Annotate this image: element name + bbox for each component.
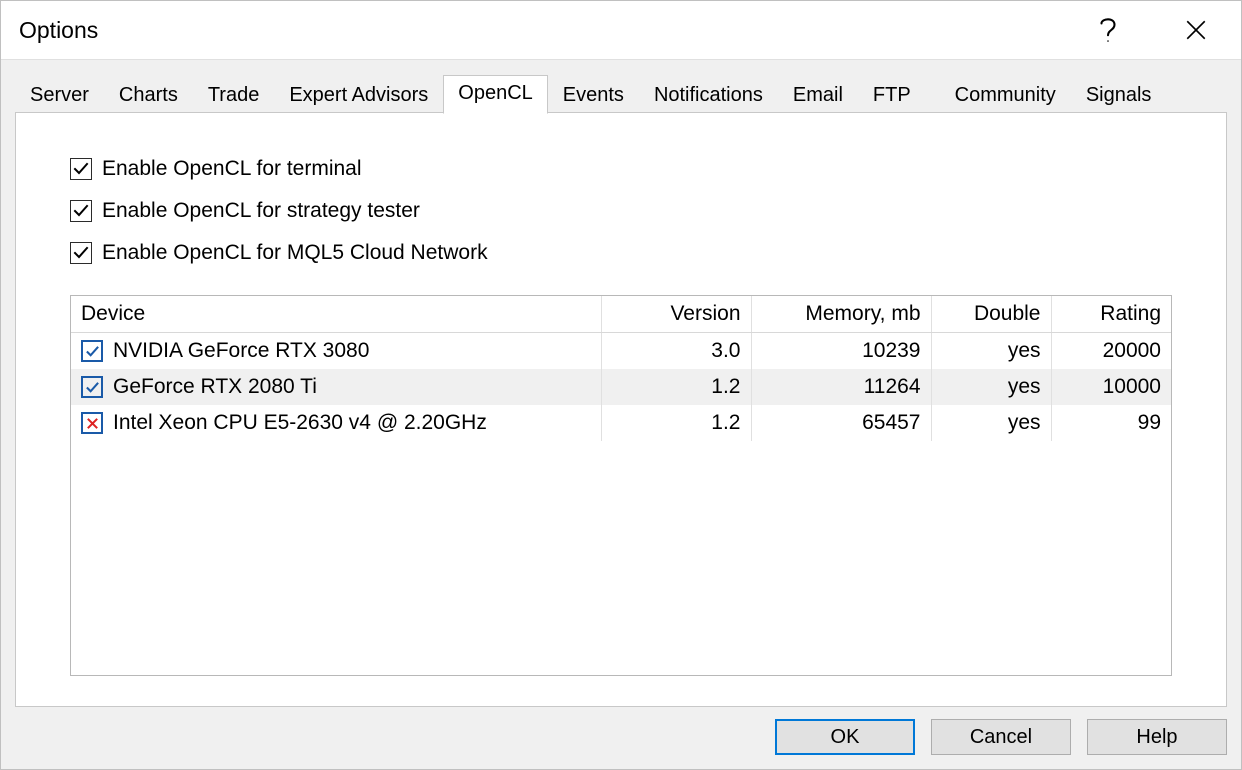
col-device[interactable]: Device xyxy=(71,296,601,333)
cancel-button[interactable]: Cancel xyxy=(931,719,1071,755)
col-memory[interactable]: Memory, mb xyxy=(751,296,931,333)
tab-expert-advisors[interactable]: Expert Advisors xyxy=(274,77,443,113)
tab-server[interactable]: Server xyxy=(15,77,104,113)
label-enable-tester: Enable OpenCL for strategy tester xyxy=(102,199,420,223)
device-rating: 99 xyxy=(1051,405,1171,441)
table-row[interactable]: GeForce RTX 2080 Ti 1.2 11264 yes 10000 xyxy=(71,369,1171,405)
help-icon[interactable] xyxy=(1079,10,1137,50)
ok-button[interactable]: OK xyxy=(775,719,915,755)
tab-strip: Server Charts Trade Expert Advisors Open… xyxy=(15,74,1227,113)
tab-trade[interactable]: Trade xyxy=(193,77,275,113)
device-memory: 11264 xyxy=(751,369,931,405)
table-row[interactable]: Intel Xeon CPU E5-2630 v4 @ 2.20GHz 1.2 … xyxy=(71,405,1171,441)
device-rating: 20000 xyxy=(1051,333,1171,370)
tab-signals[interactable]: Signals xyxy=(1071,77,1167,113)
options-dialog: Options Server Charts Trade Expert Advis… xyxy=(0,0,1242,770)
window-title: Options xyxy=(19,17,1079,44)
table-row[interactable]: NVIDIA GeForce RTX 3080 3.0 10239 yes 20… xyxy=(71,333,1171,370)
device-version: 1.2 xyxy=(601,369,751,405)
client-area: Server Charts Trade Expert Advisors Open… xyxy=(1,59,1241,769)
tab-ftp[interactable]: FTP xyxy=(858,77,940,113)
device-name: Intel Xeon CPU E5-2630 v4 @ 2.20GHz xyxy=(113,411,487,435)
device-double: yes xyxy=(931,369,1051,405)
tab-panel-opencl: Enable OpenCL for terminal Enable OpenCL… xyxy=(15,112,1227,707)
label-enable-cloud: Enable OpenCL for MQL5 Cloud Network xyxy=(102,241,488,265)
device-checkbox[interactable] xyxy=(81,376,103,398)
device-name: NVIDIA GeForce RTX 3080 xyxy=(113,339,369,363)
device-name: GeForce RTX 2080 Ti xyxy=(113,375,317,399)
dialog-buttons: OK Cancel Help xyxy=(15,707,1227,755)
tab-notifications[interactable]: Notifications xyxy=(639,77,778,113)
device-version: 1.2 xyxy=(601,405,751,441)
tab-email[interactable]: Email xyxy=(778,77,858,113)
device-table: Device Version Memory, mb Double Rating xyxy=(70,295,1172,676)
checkbox-enable-terminal[interactable] xyxy=(70,158,92,180)
help-button[interactable]: Help xyxy=(1087,719,1227,755)
label-enable-terminal: Enable OpenCL for terminal xyxy=(102,157,362,181)
device-double: yes xyxy=(931,333,1051,370)
tab-charts[interactable]: Charts xyxy=(104,77,193,113)
device-version: 3.0 xyxy=(601,333,751,370)
tab-events[interactable]: Events xyxy=(548,77,639,113)
checkbox-enable-tester[interactable] xyxy=(70,200,92,222)
close-icon[interactable] xyxy=(1167,10,1225,50)
device-memory: 10239 xyxy=(751,333,931,370)
col-version[interactable]: Version xyxy=(601,296,751,333)
tab-opencl[interactable]: OpenCL xyxy=(443,75,548,114)
titlebar: Options xyxy=(1,1,1241,59)
device-double: yes xyxy=(931,405,1051,441)
col-rating[interactable]: Rating xyxy=(1051,296,1171,333)
device-checkbox[interactable] xyxy=(81,412,103,434)
device-rating: 10000 xyxy=(1051,369,1171,405)
col-double[interactable]: Double xyxy=(931,296,1051,333)
device-memory: 65457 xyxy=(751,405,931,441)
checkbox-enable-cloud[interactable] xyxy=(70,242,92,264)
tab-community[interactable]: Community xyxy=(940,77,1071,113)
device-checkbox[interactable] xyxy=(81,340,103,362)
